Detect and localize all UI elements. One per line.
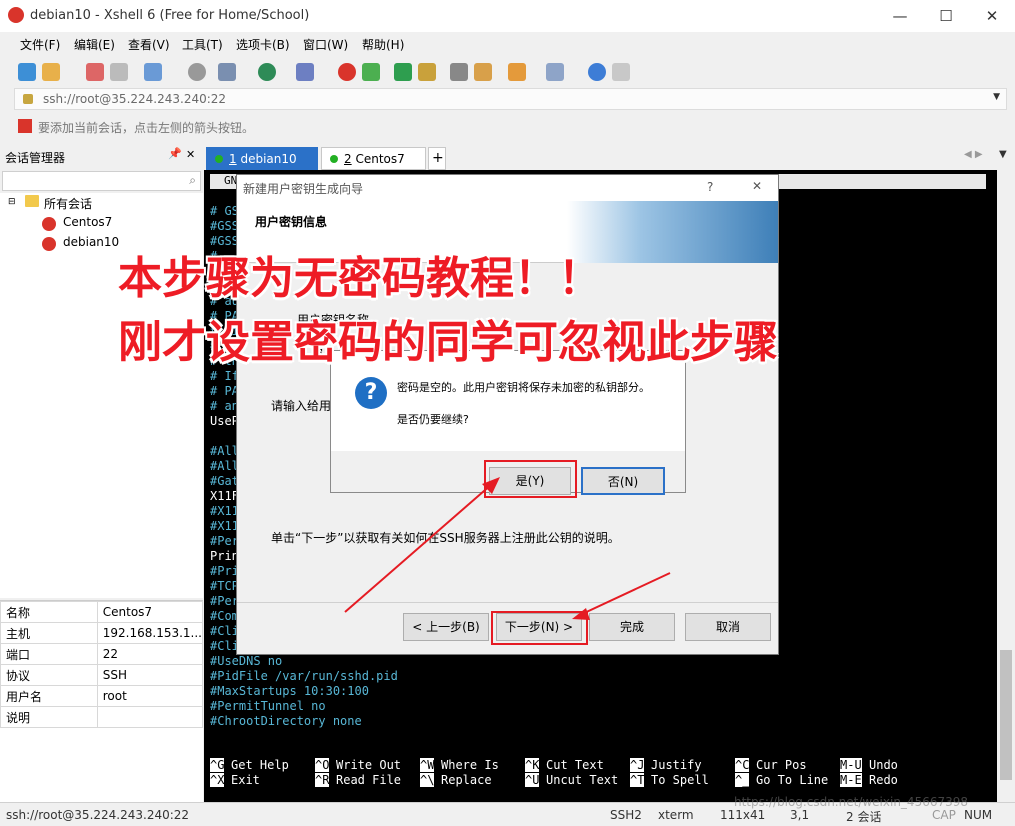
status-sessions: 2 会话 <box>846 810 882 824</box>
status-cap: CAP <box>932 808 956 822</box>
status-address: ssh://root@35.224.243.240:22 <box>6 808 190 822</box>
overlay-caption-2: 刚才设置密码的同学可忽视此步骤 <box>118 317 778 368</box>
watermark: https://blog.csdn.net/weixin_45667398 <box>734 795 969 809</box>
status-term: xterm <box>658 808 694 822</box>
arrow-line <box>344 483 493 613</box>
status-bar: ssh://root@35.224.243.240:22 SSH2 xterm … <box>0 795 1015 826</box>
status-size: 111x41 <box>720 808 766 822</box>
status-protocol: SSH2 <box>610 808 642 822</box>
status-num: NUM <box>964 808 993 822</box>
overlay-caption-1: 本步骤为无密码教程！！ <box>118 253 602 304</box>
arrow-line <box>579 572 671 616</box>
annotation-arrows <box>344 477 671 620</box>
status-cursor: 3,1 <box>790 808 810 822</box>
arrow-head-icon <box>572 608 590 620</box>
